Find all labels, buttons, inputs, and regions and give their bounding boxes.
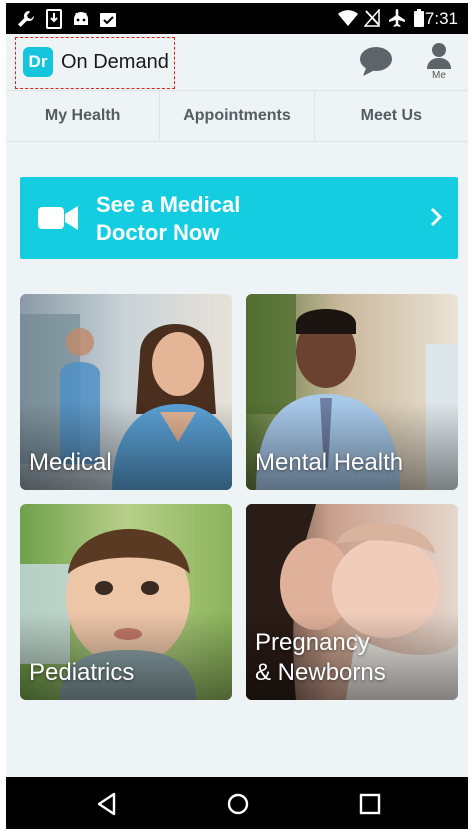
logo-badge: Dr <box>23 47 53 77</box>
card-pediatrics-label: Pediatrics <box>29 658 134 688</box>
card-mental-health-label: Mental Health <box>255 448 403 478</box>
person-icon <box>427 43 451 69</box>
card-pregnancy-newborns[interactable]: Pregnancy & Newborns <box>246 504 458 700</box>
recents-icon[interactable] <box>357 791 383 817</box>
airplane-icon <box>389 9 405 27</box>
see-doctor-now-button[interactable]: See a Medical Doctor Now <box>20 177 458 259</box>
me-label: Me <box>432 70 446 81</box>
battery-icon <box>414 9 424 27</box>
system-nav-bar <box>6 777 468 829</box>
wifi-icon <box>338 10 358 26</box>
download-icon <box>46 9 62 29</box>
logo-text: On Demand <box>61 51 169 73</box>
back-icon[interactable] <box>94 791 120 817</box>
card-medical-label: Medical <box>29 448 112 478</box>
card-pregnancy-line-2: & Newborns <box>255 659 386 686</box>
home-icon[interactable] <box>225 791 251 817</box>
app-frame: 7:31 Dr On Demand Me My Health Appointme… <box>6 3 468 829</box>
card-mental-health[interactable]: Mental Health <box>246 294 458 490</box>
chat-button[interactable] <box>358 46 394 78</box>
status-time: 7:31 <box>424 9 458 28</box>
cta-line-2: Doctor Now <box>96 220 220 245</box>
wrench-icon <box>18 10 35 27</box>
me-button[interactable]: Me <box>422 42 456 86</box>
card-mental-health-line-1: Mental Health <box>255 449 404 476</box>
card-medical[interactable]: Medical <box>20 294 232 490</box>
cta-label: See a Medical Doctor Now <box>96 191 356 247</box>
clipboard-check-icon <box>100 13 116 27</box>
no-signal-icon <box>364 9 380 27</box>
android-icon <box>74 12 88 25</box>
chevron-right-icon <box>430 207 442 227</box>
card-pregnancy-line-1: Pregnancy <box>255 629 370 656</box>
app-bar: Dr On Demand Me <box>6 34 468 90</box>
card-pregnancy-label: Pregnancy & Newborns <box>255 628 386 688</box>
tab-meet-us[interactable]: Meet Us <box>315 91 468 141</box>
tab-my-health[interactable]: My Health <box>6 91 161 141</box>
card-medical-line-1: Medical <box>29 449 112 476</box>
tab-appointments[interactable]: Appointments <box>160 91 315 141</box>
card-pediatrics[interactable]: Pediatrics <box>20 504 232 700</box>
card-pediatrics-line-1: Pediatrics <box>29 659 135 686</box>
status-bar: 7:31 <box>6 3 468 34</box>
cta-line-1: See a Medical <box>96 192 241 217</box>
video-camera-icon <box>38 206 78 230</box>
tab-bar: My Health Appointments Meet Us <box>6 90 468 142</box>
app-logo[interactable]: Dr On Demand <box>15 37 175 89</box>
chat-bubble-icon <box>360 47 392 76</box>
